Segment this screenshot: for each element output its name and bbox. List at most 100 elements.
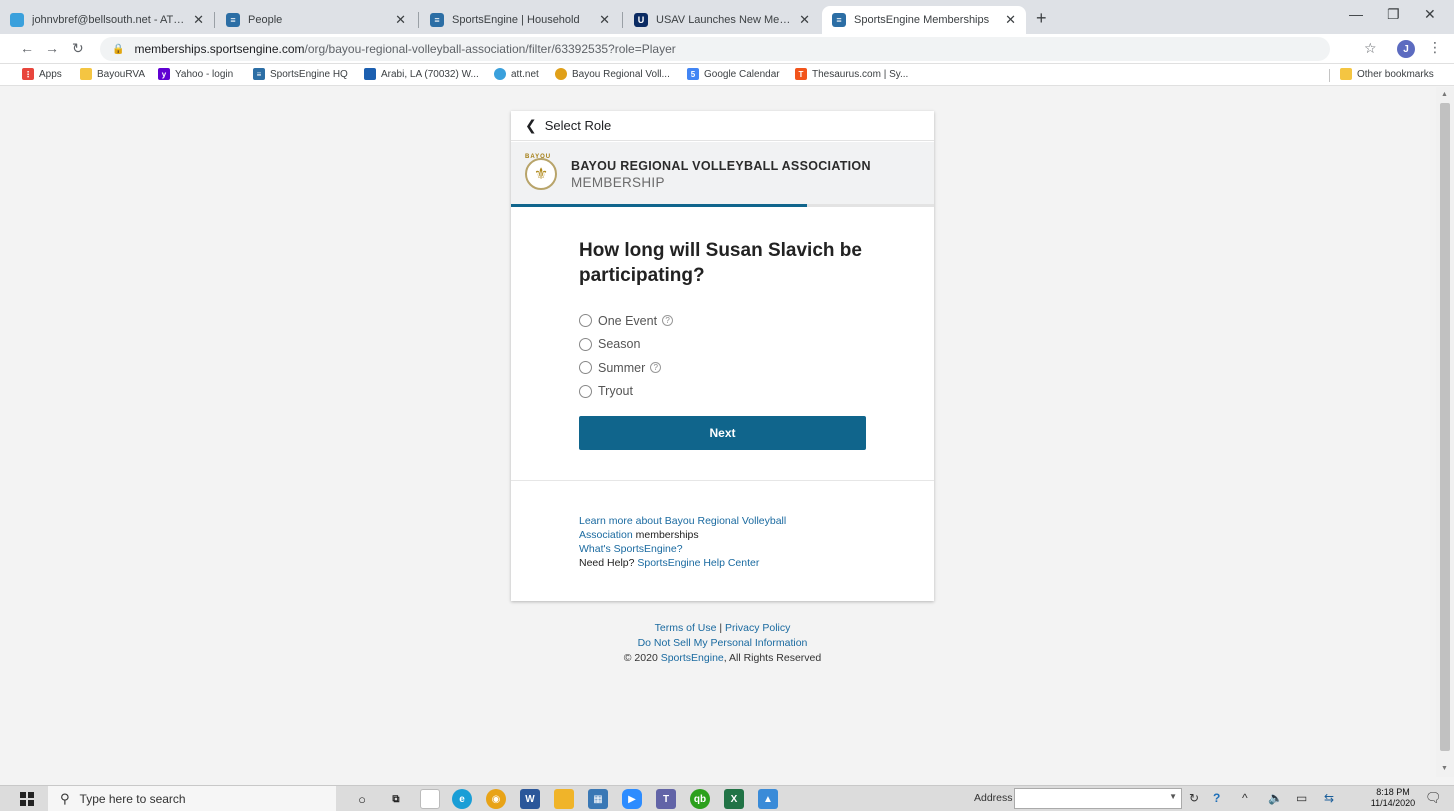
tab-title: johnvbref@bellsouth.net - AT&T (32, 14, 186, 26)
refresh-icon[interactable]: ↻ (1189, 791, 1199, 805)
bookmark-yahoo[interactable]: y Yahoo - login (158, 68, 233, 80)
forward-arrow-icon[interactable]: → (45, 40, 59, 56)
scroll-down-icon[interactable]: ▼ (1441, 765, 1448, 772)
zoom-icon[interactable]: ▶ (622, 789, 642, 809)
help-icon[interactable]: ? (662, 315, 674, 327)
close-tab-icon[interactable]: ✕ (193, 12, 204, 28)
restore-icon[interactable]: ❐ (1387, 6, 1400, 23)
tab-usav[interactable]: U USAV Launches New Membership ✕ (624, 6, 820, 34)
chevron-up-icon[interactable]: ^ (1242, 791, 1248, 805)
sync-icon[interactable]: ⇆ (1324, 791, 1334, 805)
address-toolbar-input[interactable]: ▼ (1014, 788, 1182, 809)
bookmark-label: Google Calendar (704, 68, 780, 80)
calendar-icon: 5 (687, 68, 699, 80)
radio-button[interactable] (579, 337, 592, 351)
close-tab-icon[interactable]: ✕ (799, 12, 810, 28)
bookmark-sportsengine-hq[interactable]: ≡ SportsEngine HQ (253, 68, 348, 80)
help-icon[interactable]: ? (650, 362, 662, 374)
bookmark-bayourva[interactable]: BayouRVA (80, 68, 145, 80)
sportsengine-icon: ≡ (430, 13, 444, 27)
taskbar-search[interactable]: ⚲ Type here to search (48, 786, 336, 811)
radio-button[interactable] (579, 361, 592, 375)
excel-icon[interactable]: X (724, 789, 744, 809)
teams-icon[interactable]: T (656, 789, 676, 809)
edge-icon[interactable]: e (452, 789, 472, 809)
footer-separator: | (716, 622, 726, 634)
file-explorer-icon[interactable] (554, 789, 574, 809)
chevron-down-icon[interactable]: ▼ (1169, 792, 1177, 801)
bookmark-other[interactable]: Other bookmarks (1340, 68, 1434, 80)
terms-link[interactable]: Terms of Use (655, 622, 717, 634)
select-role-back-link[interactable]: ❮ Select Role (511, 111, 934, 141)
quickbooks-icon[interactable]: qb (690, 789, 710, 809)
lock-icon: 🔒 (112, 43, 125, 55)
calculator-icon[interactable]: ▦ (588, 789, 608, 809)
option-tryout[interactable]: Tryout (579, 380, 673, 404)
task-view-icon[interactable]: ⧉ (386, 789, 406, 809)
option-season[interactable]: Season (579, 333, 673, 357)
help-tray-icon[interactable]: ? (1213, 791, 1220, 805)
att-globe-icon (10, 13, 24, 27)
scroll-thumb[interactable] (1440, 103, 1450, 751)
help-center-link[interactable]: SportsEngine Help Center (637, 557, 759, 569)
bookmark-arabi-weather[interactable]: Arabi, LA (70032) W... (364, 68, 479, 80)
radio-button[interactable] (579, 384, 592, 398)
back-arrow-icon[interactable]: ← (20, 40, 34, 56)
sportsengine-link[interactable]: SportsEngine (661, 652, 724, 664)
close-window-icon[interactable]: ✕ (1424, 6, 1436, 23)
folder-icon (80, 68, 92, 80)
file-icon[interactable] (420, 789, 440, 809)
bookmark-att[interactable]: att.net (494, 68, 539, 80)
bookmark-thesaurus[interactable]: T Thesaurus.com | Sy... (795, 68, 908, 80)
new-tab-icon[interactable]: + (1036, 8, 1047, 29)
clock-date: 11/14/2020 (1370, 798, 1416, 808)
address-bar[interactable]: 🔒 memberships.sportsengine.com /org/bayo… (100, 37, 1330, 61)
scroll-up-icon[interactable]: ▲ (1441, 91, 1448, 98)
bookmark-bayou-regional[interactable]: Bayou Regional Voll... (555, 68, 670, 80)
option-one-event[interactable]: One Event ? (579, 309, 674, 333)
bookmark-star-icon[interactable]: ☆ (1364, 40, 1377, 57)
do-not-sell-link[interactable]: Do Not Sell My Personal Information (638, 637, 808, 649)
word-icon[interactable]: W (520, 789, 540, 809)
reload-icon[interactable]: ↻ (72, 40, 84, 57)
bookmark-label: Apps (39, 68, 62, 80)
option-summer[interactable]: Summer ? (579, 356, 673, 380)
bayou-logo-icon (555, 68, 567, 80)
tab-memberships[interactable]: ≡ SportsEngine Memberships ✕ (822, 6, 1026, 34)
minimize-icon[interactable]: — (1349, 6, 1363, 22)
copyright-prefix: © 2020 (623, 652, 661, 664)
search-placeholder: Type here to search (79, 792, 186, 806)
system-clock[interactable]: 8:18 PM 11/14/2020 (1368, 787, 1418, 809)
tab-people[interactable]: ≡ People ✕ (216, 6, 416, 34)
chrome-icon[interactable]: ◉ (486, 789, 506, 809)
tab-att[interactable]: johnvbref@bellsouth.net - AT&T ✕ (0, 6, 214, 34)
privacy-link[interactable]: Privacy Policy (725, 622, 790, 634)
tab-household[interactable]: ≡ SportsEngine | Household ✕ (420, 6, 620, 34)
cortana-icon[interactable]: ○ (352, 789, 372, 809)
apps-grid-icon: ⋮ (22, 68, 34, 80)
search-icon: ⚲ (60, 791, 70, 806)
page-scrollbar[interactable]: ▲ ▼ (1436, 87, 1454, 777)
org-logo: BAYOU ⚜ (525, 154, 557, 190)
profile-avatar[interactable]: J (1397, 40, 1415, 58)
windows-start-icon[interactable] (20, 792, 34, 806)
radio-button[interactable] (579, 314, 592, 328)
folder-icon (1340, 68, 1352, 80)
speaker-icon[interactable]: 🔈 (1268, 791, 1283, 805)
bookmark-apps[interactable]: ⋮ Apps (22, 68, 62, 80)
sportsengine-icon: ≡ (226, 13, 240, 27)
menu-icon[interactable]: ⋮ (1428, 39, 1442, 56)
close-tab-icon[interactable]: ✕ (1005, 12, 1016, 28)
bookmark-label: Arabi, LA (70032) W... (381, 68, 479, 80)
next-button[interactable]: Next (579, 416, 866, 450)
close-tab-icon[interactable]: ✕ (599, 12, 610, 28)
whats-sportsengine-link[interactable]: What's SportsEngine? (579, 543, 683, 555)
need-help-label: Need Help? (579, 557, 638, 569)
back-label: Select Role (544, 118, 612, 133)
photos-icon[interactable]: ▲ (758, 789, 778, 809)
network-icon[interactable]: ▭ (1296, 791, 1307, 805)
clock-time: 8:18 PM (1376, 787, 1410, 797)
close-tab-icon[interactable]: ✕ (395, 12, 406, 28)
bookmark-google-calendar[interactable]: 5 Google Calendar (687, 68, 780, 80)
notification-icon[interactable]: 🗨 (1425, 790, 1442, 806)
